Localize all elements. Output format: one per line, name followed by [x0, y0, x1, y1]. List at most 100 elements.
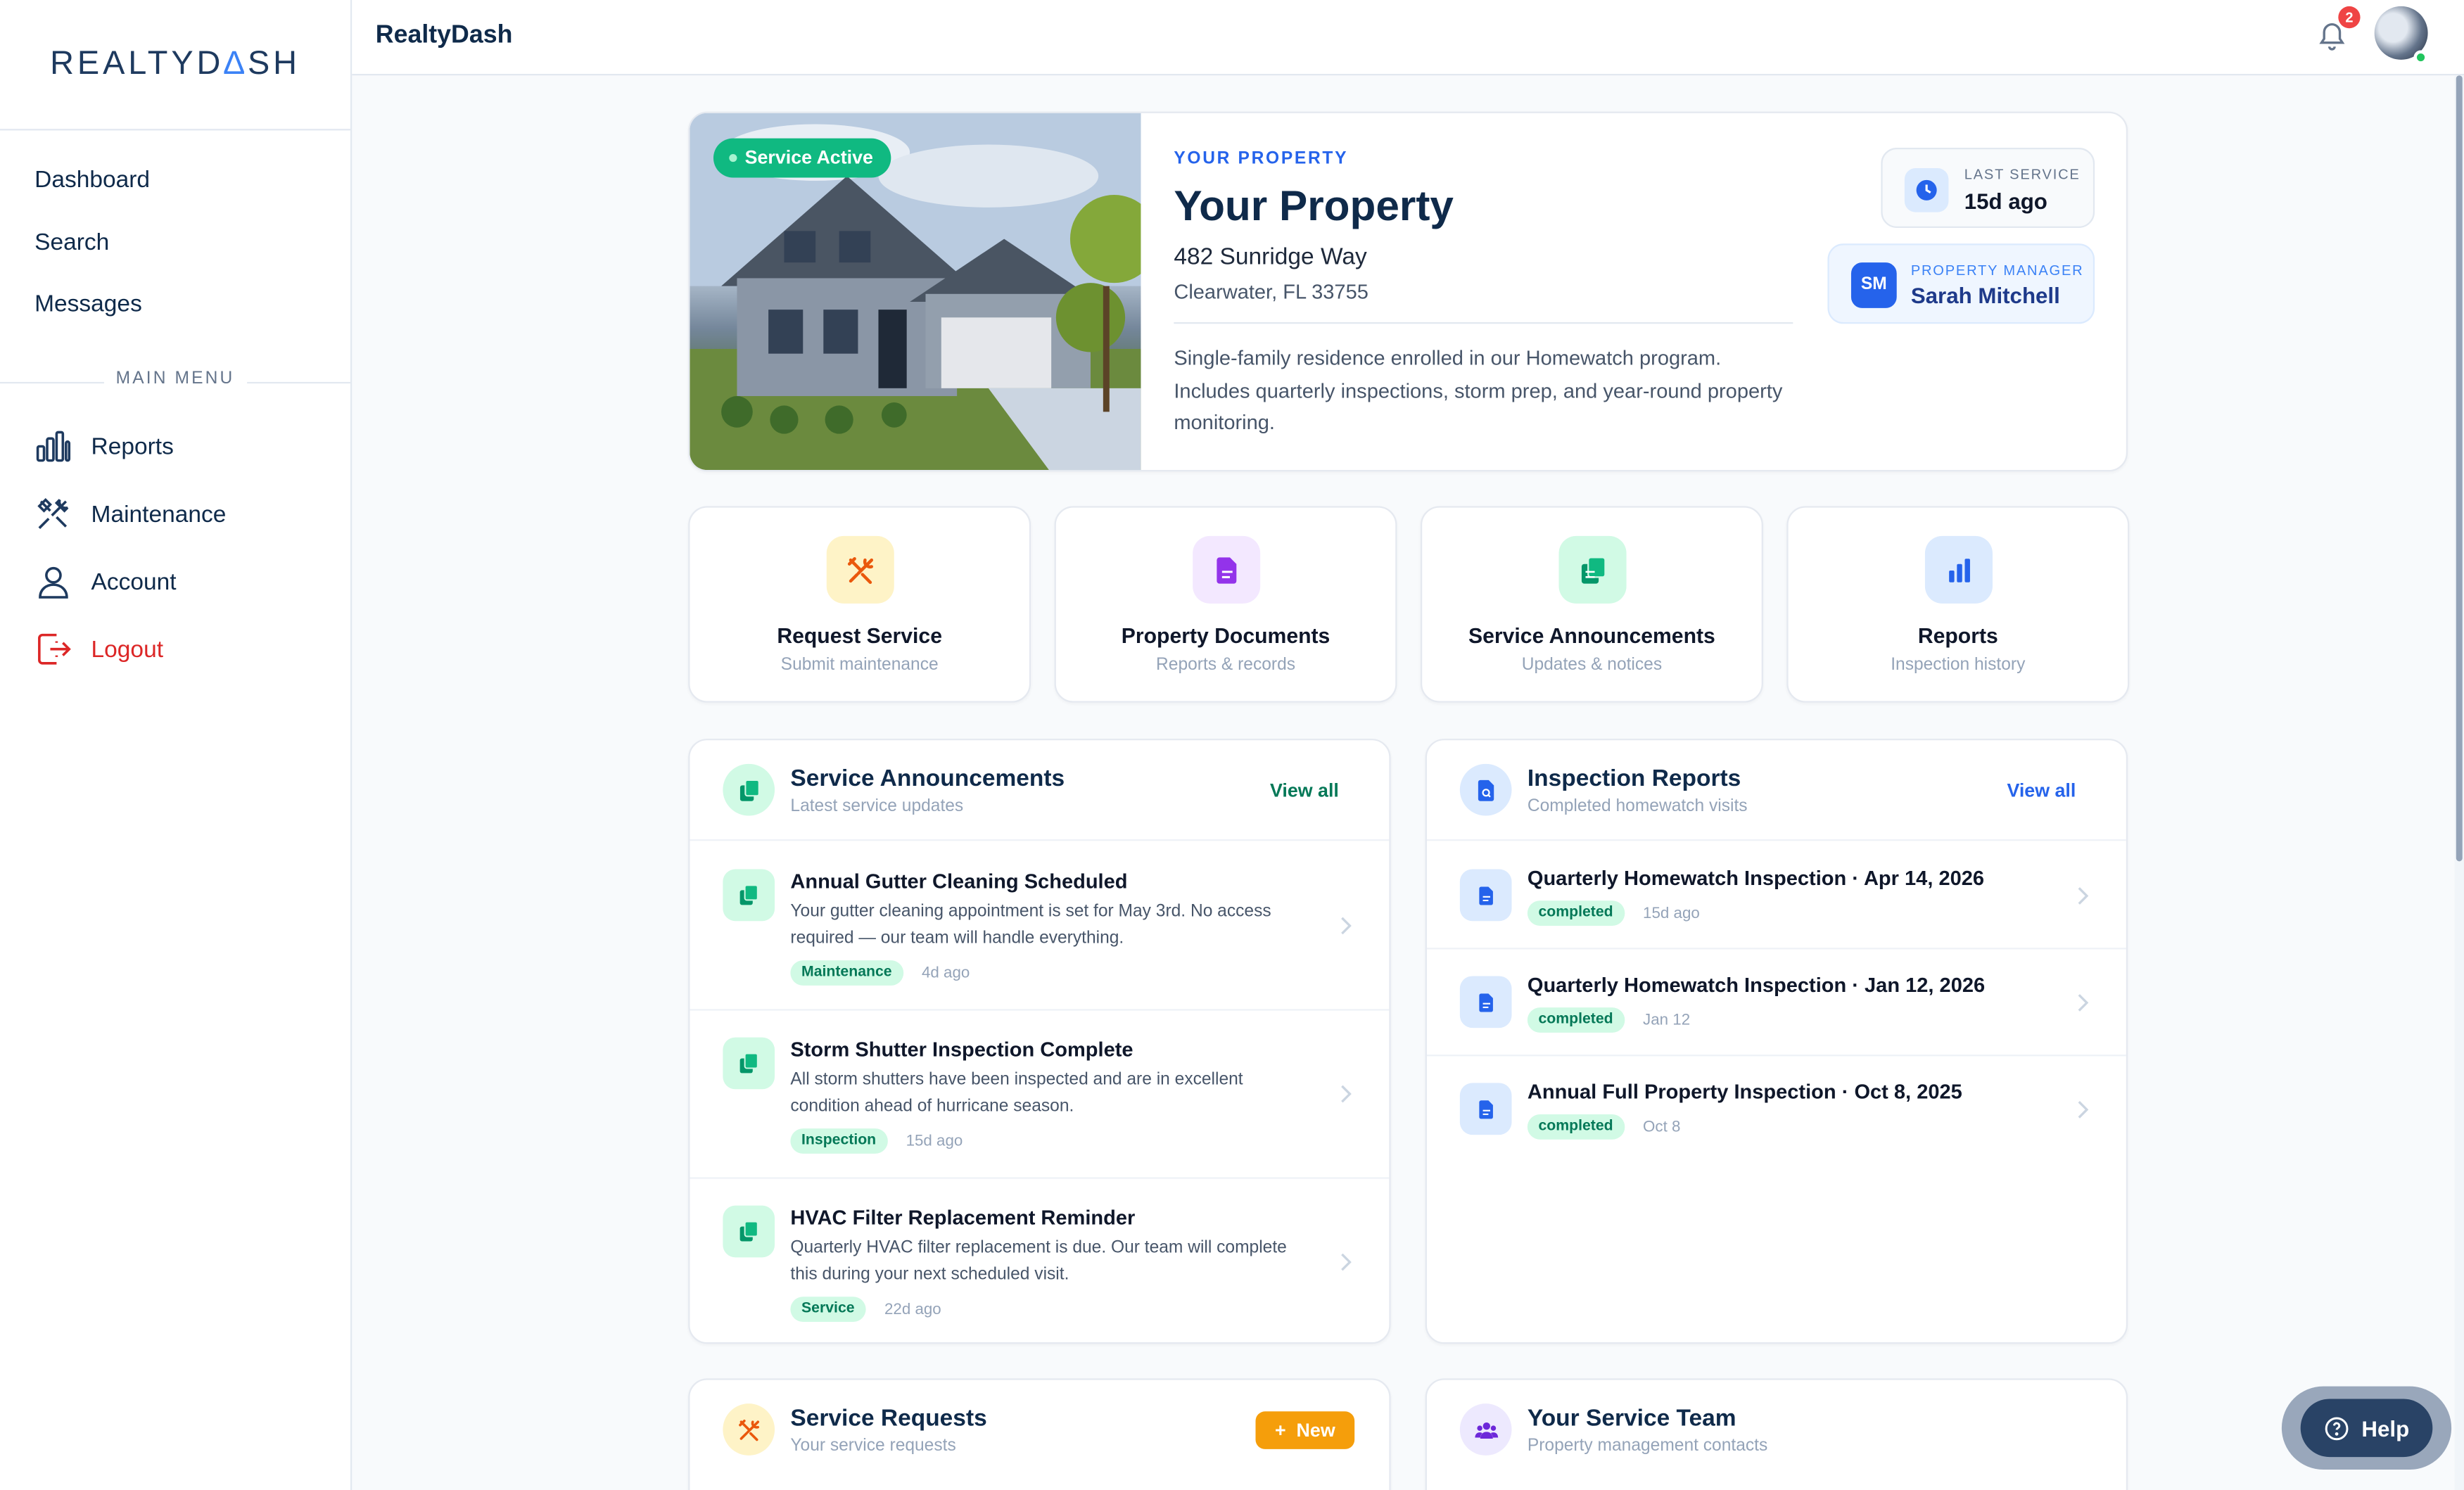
list-item[interactable]: Quarterly Homewatch Inspection · Apr 14,…	[1426, 843, 2126, 950]
status-badge: completed	[1527, 1007, 1625, 1033]
list-item[interactable]: Storm Shutter Inspection Complete All st…	[690, 1011, 1390, 1179]
service-active-badge: Service Active	[713, 138, 891, 178]
sidebar-item-label: Account	[91, 568, 177, 595]
nav-link-search[interactable]: Search	[0, 211, 350, 273]
panel-subtitle: Your service requests	[790, 1437, 956, 1456]
panel-title: Service Announcements	[790, 765, 1065, 793]
status-badge: completed	[1527, 900, 1625, 926]
bar-chart-icon	[36, 431, 71, 462]
view-all-reports-link[interactable]: View all	[2007, 779, 2076, 801]
list-item[interactable]: Annual Full Property Inspection · Oct 8,…	[1427, 1056, 2126, 1163]
nav-link-messages[interactable]: Messages	[0, 274, 350, 336]
quick-action-reports[interactable]: Reports Inspection history	[1786, 506, 2130, 703]
copy-icon	[723, 1037, 775, 1090]
report-date: Jan 12	[1643, 1011, 1691, 1029]
main-menu-divider: MAIN MENU	[0, 353, 351, 413]
nav-link-dashboard[interactable]: Dashboard	[0, 149, 350, 211]
manager-avatar: SM	[1850, 262, 1897, 308]
chevron-right-icon	[2078, 1100, 2089, 1119]
sidebar-item-reports[interactable]: Reports	[0, 412, 350, 480]
property-title: Your Property	[1174, 182, 1454, 230]
property-manager-card[interactable]: SM PROPERTY MANAGER Sarah Mitchell	[1827, 243, 2095, 324]
announcement-body: All storm shutters have been inspected a…	[790, 1070, 1243, 1116]
chevron-right-icon	[1341, 1253, 1352, 1271]
tools-icon	[826, 535, 894, 604]
help-button[interactable]: Help	[2300, 1399, 2433, 1458]
announcements-panel: Service Announcements Latest service upd…	[688, 739, 1391, 1347]
timestamp: 15d ago	[906, 1132, 963, 1150]
sidebar-item-maintenance[interactable]: Maintenance	[0, 480, 350, 548]
chevron-right-icon	[1341, 1085, 1352, 1103]
sidebar-item-account[interactable]: Account	[0, 548, 350, 616]
question-circle-icon	[2325, 1416, 2349, 1440]
online-status-dot	[2413, 50, 2428, 65]
last-service-card: LAST SERVICE 15d ago	[1881, 148, 2095, 228]
tools-icon	[723, 1403, 775, 1456]
view-all-announcements-link[interactable]: View all	[1270, 779, 1339, 801]
chevron-right-icon	[2078, 994, 2089, 1012]
top-nav: Dashboard Search Messages	[0, 130, 350, 336]
logo[interactable]: REALTYD ∆ SH	[0, 0, 351, 131]
timestamp: 4d ago	[921, 964, 970, 982]
document-icon	[1193, 535, 1261, 604]
panel-subtitle: Property management contacts	[1527, 1437, 1768, 1456]
manager-label: PROPERTY MANAGER	[1910, 262, 2084, 279]
sidebar-item-label: Logout	[91, 635, 164, 663]
category-tag: Service	[790, 1297, 866, 1322]
copy-icon	[723, 763, 775, 816]
quick-action-subtitle: Updates & notices	[1521, 655, 1663, 675]
quick-action-title: Service Announcements	[1468, 623, 1715, 648]
quick-action-title: Reports	[1917, 623, 1998, 648]
logo-accent: ∆	[224, 45, 248, 82]
manager-name: Sarah Mitchell	[1910, 283, 2060, 308]
property-description: Single-family residence enrolled in our …	[1174, 345, 1783, 434]
panel-header: Service Announcements Latest service upd…	[690, 740, 1390, 841]
announcement-title: HVAC Filter Replacement Reminder	[790, 1205, 1136, 1230]
document-search-icon	[1459, 763, 1512, 816]
service-requests-panel: Service Requests Your service requests +…	[688, 1378, 1391, 1490]
report-title: Annual Full Property Inspection · Oct 8,…	[1527, 1079, 1962, 1104]
tools-icon	[37, 497, 69, 529]
report-date: Oct 8	[1643, 1118, 1681, 1136]
list-item[interactable]: HVAC Filter Replacement Reminder Quarter…	[690, 1179, 1389, 1347]
chevron-right-icon	[1341, 917, 1352, 935]
property-photo: Service Active	[690, 113, 1159, 471]
bar-chart-icon	[1924, 535, 1993, 604]
new-request-button[interactable]: + New	[1255, 1411, 1355, 1449]
chevron-right-icon	[2078, 887, 2089, 905]
user-icon	[39, 566, 68, 599]
panel-title: Inspection Reports	[1527, 765, 1741, 793]
inspection-reports-panel: Inspection Reports Completed homewatch v…	[1425, 739, 2128, 1344]
quick-action-subtitle: Submit maintenance	[780, 655, 939, 675]
new-button-label: New	[1296, 1419, 1335, 1441]
announcement-body: Quarterly HVAC filter replacement is due…	[790, 1238, 1287, 1285]
copy-icon	[723, 869, 775, 922]
page-title: RealtyDash	[375, 22, 513, 49]
notification-badge: 2	[2338, 6, 2361, 29]
last-service-label: LAST SERVICE	[1964, 166, 2081, 183]
quick-action-property-documents[interactable]: Property Documents Reports & records	[1054, 506, 1397, 703]
help-widget: Help	[2281, 1386, 2452, 1470]
panel-header: Inspection Reports Completed homewatch v…	[1426, 740, 2126, 841]
category-tag: Inspection	[790, 1128, 887, 1154]
panel-subtitle: Completed homewatch visits	[1527, 796, 1748, 816]
announcement-title: Storm Shutter Inspection Complete	[790, 1037, 1133, 1062]
service-team-panel: Your Service Team Property management co…	[1425, 1378, 2128, 1490]
panel-title: Service Requests	[790, 1405, 987, 1432]
panel-title: Your Service Team	[1527, 1405, 1736, 1432]
scrollbar-thumb[interactable]	[2456, 75, 2463, 862]
property-address: 482 Sunridge Way	[1174, 243, 1367, 271]
announcement-title: Annual Gutter Cleaning Scheduled	[790, 869, 1128, 893]
quick-action-service-announcements[interactable]: Service Announcements Updates & notices	[1420, 506, 1763, 703]
document-icon	[1459, 869, 1512, 922]
list-item[interactable]: Quarterly Homewatch Inspection · Jan 12,…	[1426, 949, 2126, 1057]
clock-icon	[1904, 168, 1949, 212]
list-item[interactable]: Annual Gutter Cleaning Scheduled Your gu…	[690, 843, 1390, 1011]
logout-icon	[38, 633, 71, 665]
sidebar-item-logout[interactable]: Logout	[0, 616, 350, 683]
quick-action-request-service[interactable]: Request Service Submit maintenance	[688, 506, 1031, 703]
report-title: Quarterly Homewatch Inspection · Jan 12,…	[1527, 972, 1986, 997]
timestamp: 22d ago	[884, 1300, 941, 1318]
scrollbar[interactable]	[2454, 75, 2464, 1490]
document-icon	[1459, 1083, 1512, 1135]
